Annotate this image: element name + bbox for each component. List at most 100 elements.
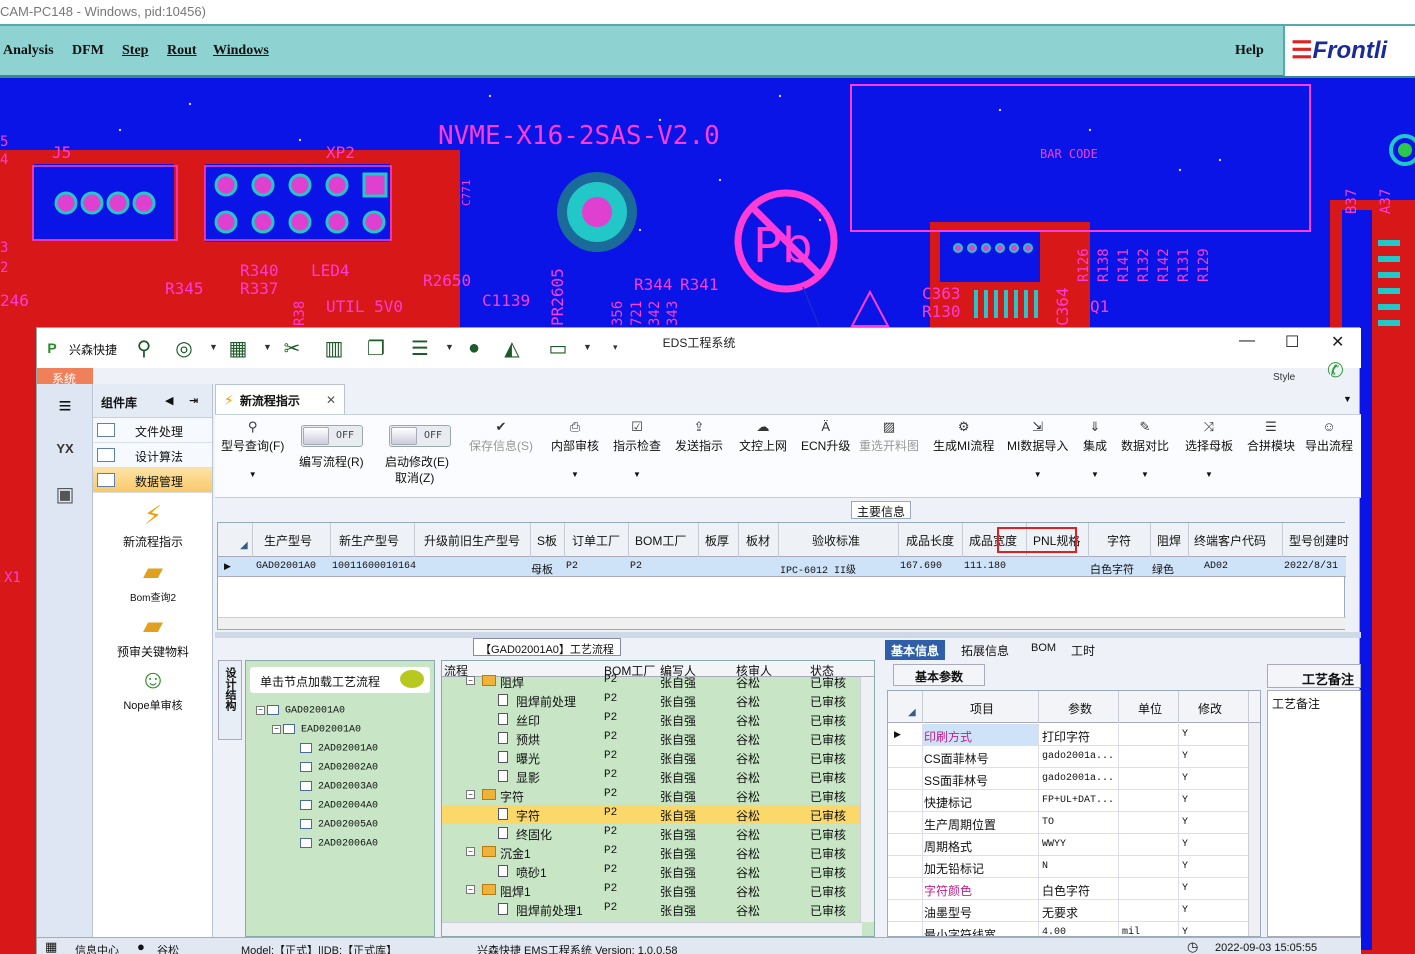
phone-icon[interactable]: ✆: [1327, 358, 1344, 383]
maximize-button[interactable]: ☐: [1285, 332, 1299, 352]
chevron-down-icon[interactable]: ▼: [1007, 470, 1068, 479]
doc-control-online-button[interactable]: ☁ 文控上网: [739, 419, 787, 454]
vertical-scrollbar[interactable]: [1248, 723, 1260, 936]
property-row[interactable]: ▶ 印刷方式 打印字符 Y: [888, 724, 1248, 746]
property-value[interactable]: gado2001a...: [1042, 773, 1114, 784]
flow-row[interactable]: − 字符 P2 张自强 谷松 已审核: [442, 786, 860, 805]
col-old-production-model[interactable]: 升级前旧生产型号: [424, 532, 520, 549]
property-value[interactable]: gado2001a...: [1042, 751, 1114, 762]
col-bom-factory[interactable]: BOM工厂: [635, 532, 686, 549]
style-menu[interactable]: Style: [1273, 372, 1295, 383]
info-center[interactable]: 信息中心: [75, 942, 119, 954]
data-compare-button[interactable]: ✎ 数据对比 ▼: [1121, 419, 1169, 479]
col-parameter[interactable]: 参数: [1068, 700, 1092, 717]
chevron-down-icon[interactable]: ▼: [1083, 470, 1107, 479]
library-item-design-algorithm[interactable]: 设计算法: [93, 443, 212, 468]
edit-flow-toggle[interactable]: OFF: [301, 425, 363, 447]
collapse-icon[interactable]: −: [256, 705, 265, 715]
enable-edit-toggle[interactable]: OFF: [389, 425, 451, 447]
close-button[interactable]: ✕: [1331, 332, 1344, 352]
select-motherboard-button[interactable]: ⤨ 选择母板 ▼: [1185, 419, 1233, 479]
tab-list-icon[interactable]: ▼: [1343, 394, 1352, 404]
property-value[interactable]: 白色字符: [1042, 882, 1090, 899]
col-end-customer-code[interactable]: 终端客户代码: [1194, 532, 1266, 549]
menu-windows[interactable]: Windows: [213, 43, 269, 59]
property-value[interactable]: 打印字符: [1042, 728, 1090, 745]
pin-icon[interactable]: ⇥: [189, 394, 198, 407]
flow-row[interactable]: 阻焊前处理 P2 张自强 谷松 已审核: [442, 691, 860, 710]
col-s-board[interactable]: S板: [537, 532, 557, 549]
tab-extended-info[interactable]: 拓展信息: [955, 640, 1015, 660]
chevron-down-icon[interactable]: ▼: [1185, 470, 1233, 479]
tab-basic-info[interactable]: 基本信息: [885, 640, 946, 660]
tree-node[interactable]: 2AD02004A0: [300, 800, 378, 812]
property-row[interactable]: 周期格式 WWYY Y: [888, 834, 1248, 856]
col-new-production-model[interactable]: 新生产型号: [339, 532, 399, 549]
menu-dfm[interactable]: DFM: [72, 43, 104, 59]
tree-node[interactable]: 2AD02002A0: [300, 762, 378, 774]
horizontal-scrollbar[interactable]: [218, 617, 1346, 629]
calculator-icon[interactable]: ▣: [49, 478, 81, 510]
cancel-edit-label[interactable]: 取消(Z): [395, 469, 434, 486]
col-legend[interactable]: 字符: [1107, 532, 1131, 549]
collapse-icon[interactable]: −: [272, 724, 281, 734]
col-solder-mask[interactable]: 阻焊: [1157, 532, 1181, 549]
col-finished-length[interactable]: 成品长度: [906, 532, 954, 549]
tree-node[interactable]: − EAD02001A0: [272, 724, 361, 736]
collapse-icon[interactable]: −: [466, 676, 475, 685]
flow-row[interactable]: 喷砂1 P2 张自强 谷松 已审核: [442, 862, 860, 881]
col-model-created[interactable]: 型号创建时: [1289, 532, 1349, 549]
tab-basic-params[interactable]: 基本参数: [893, 664, 985, 686]
hamburger-icon[interactable]: ≡: [49, 390, 81, 422]
tree-node[interactable]: 2AD02005A0: [300, 819, 378, 831]
collapse-icon[interactable]: −: [466, 790, 475, 799]
property-row[interactable]: 快捷标记 FP+UL+DAT... Y: [888, 790, 1248, 812]
chevron-left-icon[interactable]: ◀: [165, 394, 173, 407]
col-unit[interactable]: 单位: [1138, 700, 1162, 717]
instruction-check-button[interactable]: ☑ 指示检查 ▼: [613, 419, 661, 479]
module-new-flow[interactable]: ⚡ 新流程指示: [93, 500, 213, 550]
internal-review-button[interactable]: ⎙ 内部审核 ▼: [551, 419, 599, 479]
property-value[interactable]: N: [1042, 861, 1048, 872]
tab-new-flow[interactable]: ⚡ 新流程指示 ✕: [215, 384, 345, 414]
model-query-button[interactable]: ⚲ 型号查询(F) ▼: [221, 419, 284, 479]
chevron-down-icon[interactable]: ▼: [221, 470, 284, 479]
tab-bom[interactable]: BOM: [1025, 640, 1062, 660]
menu-analysis[interactable]: Analysis: [3, 43, 54, 59]
col-item[interactable]: 项目: [970, 700, 994, 717]
horizontal-scrollbar[interactable]: [442, 922, 862, 936]
flow-row[interactable]: 显影 P2 张自强 谷松 已审核: [442, 767, 860, 786]
export-flow-button[interactable]: ☺ 导出流程: [1305, 419, 1353, 454]
module-bom-query2[interactable]: ▰ Bom查询2: [93, 556, 213, 604]
module-nope-review[interactable]: ☺ Nope单审核: [93, 664, 213, 713]
col-acceptance-standard[interactable]: 验收标准: [812, 532, 860, 549]
close-tab-icon[interactable]: ✕: [326, 393, 336, 407]
col-production-model[interactable]: 生产型号: [264, 532, 312, 549]
chevron-down-icon[interactable]: ▼: [1121, 470, 1169, 479]
collapse-icon[interactable]: −: [466, 847, 475, 856]
minimize-button[interactable]: —: [1239, 332, 1255, 350]
save-info-button[interactable]: ✔ 保存信息(S): [469, 419, 533, 454]
tree-node[interactable]: 2AD02001A0: [300, 743, 378, 755]
flow-row[interactable]: − 沉金1 P2 张自强 谷松 已审核: [442, 843, 860, 862]
chevron-down-icon[interactable]: ▼: [613, 470, 661, 479]
flow-row[interactable]: 终固化 P2 张自强 谷松 已审核: [442, 824, 860, 843]
tab-work-hours[interactable]: 工时: [1065, 640, 1101, 660]
tree-node[interactable]: − GAD02001A0: [256, 705, 345, 717]
property-value[interactable]: FP+UL+DAT...: [1042, 795, 1114, 806]
collapse-icon[interactable]: −: [466, 885, 475, 894]
integrate-button[interactable]: ⇓ 集成 ▼: [1083, 419, 1107, 479]
merge-module-button[interactable]: ☰ 合拼模块: [1247, 419, 1295, 454]
flow-row[interactable]: − 阻焊 P2 张自强 谷松 已审核: [442, 672, 860, 691]
flow-row[interactable]: 曝光 P2 张自强 谷松 已审核: [442, 748, 860, 767]
col-modify[interactable]: 修改: [1198, 700, 1222, 717]
property-row[interactable]: 生产周期位置 TO Y: [888, 812, 1248, 834]
tab-design-structure[interactable]: 设计结构: [218, 660, 242, 740]
property-value[interactable]: 无要求: [1042, 904, 1078, 921]
property-row[interactable]: 加无铅标记 N Y: [888, 856, 1248, 878]
property-row[interactable]: CS面菲林号 gado2001a... Y: [888, 746, 1248, 768]
property-row[interactable]: 最小字符线宽 4.00 mil Y: [888, 922, 1248, 936]
flow-row[interactable]: 字符 P2 张自强 谷松 已审核: [442, 805, 860, 824]
chevron-down-icon[interactable]: ▼: [551, 470, 599, 479]
flow-row[interactable]: 阻焊前处理1 P2 张自强 谷松 已审核: [442, 900, 860, 919]
